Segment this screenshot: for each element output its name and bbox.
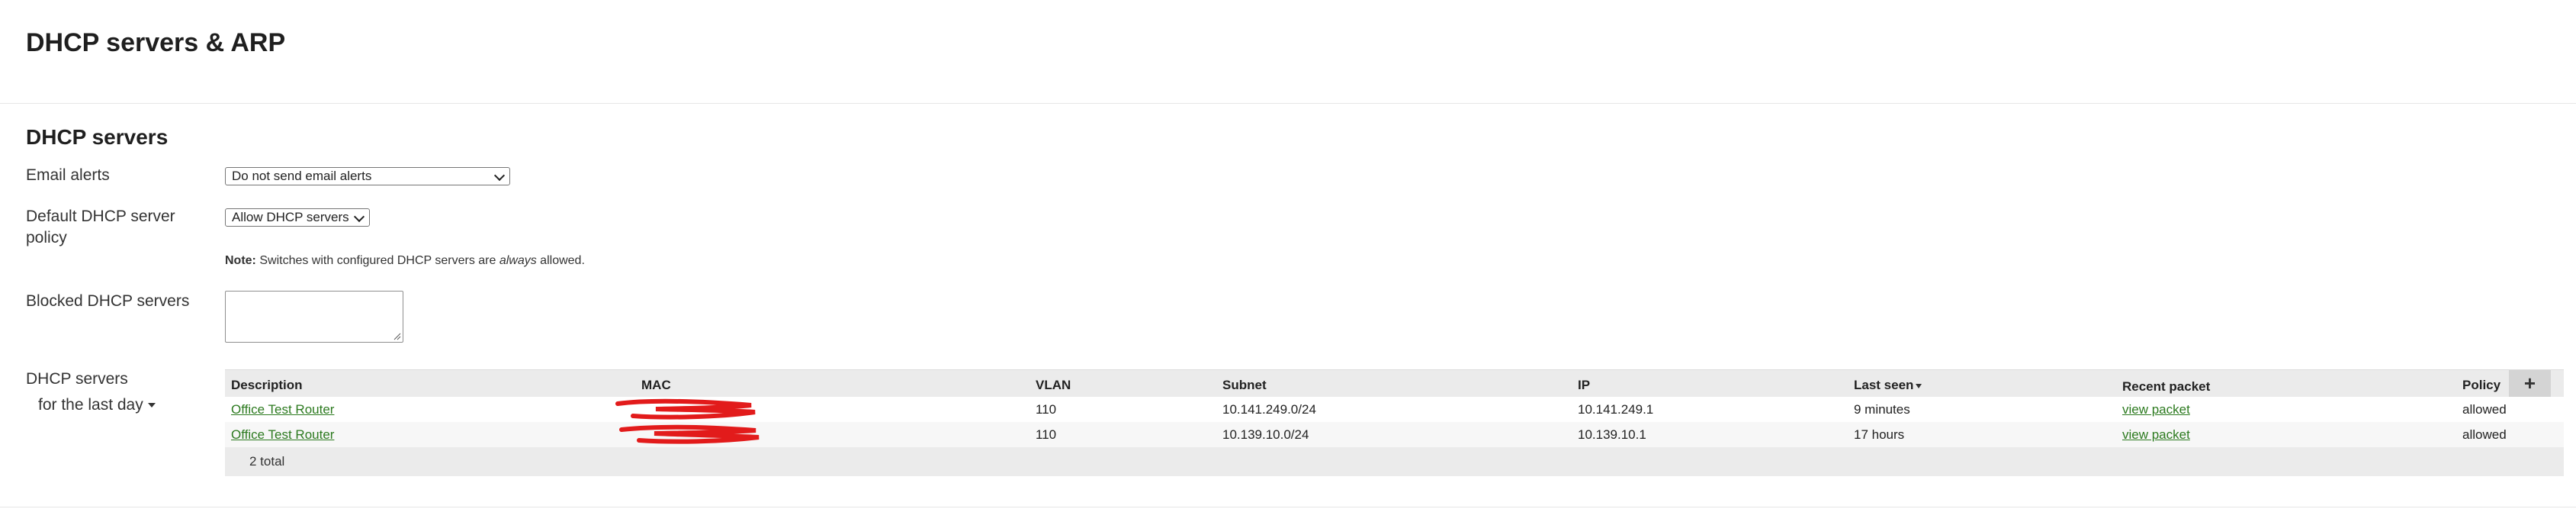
default-policy-select[interactable]: Allow DHCP servers [225,208,370,227]
note-tail: allowed. [536,254,585,267]
chevron-down-icon [493,169,506,182]
table-row: Office Test Router 110 10.141.249.0/24 1… [225,397,2564,422]
email-alerts-value: Do not send email alerts [232,169,372,183]
view-packet-link[interactable]: view packet [2122,402,2190,417]
table-header: Description MAC VLAN Subnet IP Last seen… [225,369,2564,398]
period-label: for the last day [38,396,143,414]
column-header-last-seen[interactable]: Last seen [1854,378,1922,393]
last-seen-cell: 9 minutes [1854,402,1910,417]
ip-cell: 10.139.10.1 [1578,427,1646,442]
blocked-servers-label: Blocked DHCP servers [26,292,190,310]
resize-grip-icon[interactable] [393,333,401,340]
email-alerts-select[interactable]: Do not send email alerts [225,167,510,185]
column-header-vlan[interactable]: VLAN [1036,378,1071,393]
table-row: Office Test Router 110 10.139.10.0/24 10… [225,422,2564,447]
column-header-policy[interactable]: Policy [2462,378,2501,393]
default-policy-value: Allow DHCP servers [232,210,349,224]
default-policy-label: Default DHCP server policy [26,206,175,249]
policy-note: Note: Switches with configured DHCP serv… [225,253,585,269]
column-header-subnet[interactable]: Subnet [1222,378,1267,393]
vlan-cell: 110 [1036,402,1057,417]
note-bold: Note: [225,254,256,267]
redacted-mac [619,424,760,444]
vlan-cell: 110 [1036,427,1057,442]
column-header-description[interactable]: Description [231,378,303,393]
note-text: Switches with configured DHCP servers ar… [255,254,499,267]
blocked-servers-textarea[interactable] [225,291,403,343]
section-title: DHCP servers [26,125,169,149]
last-seen-cell: 17 hours [1854,427,1905,442]
header-divider [0,103,2576,104]
table-footer: 2 total [225,447,2564,476]
last-seen-label: Last seen [1854,378,1914,392]
period-dropdown[interactable]: for the last day [38,395,156,416]
default-policy-label-line2: policy [26,229,67,246]
column-header-recent-packet: Recent packet [2122,379,2211,394]
ip-cell: 10.141.249.1 [1578,402,1654,417]
description-link[interactable]: Office Test Router [231,427,334,443]
default-policy-label-line1: Default DHCP server [26,208,175,225]
policy-cell: allowed [2462,427,2507,442]
redacted-mac [615,398,756,420]
view-packet-link[interactable]: view packet [2122,427,2190,443]
email-alerts-label: Email alerts [26,166,110,184]
column-header-ip[interactable]: IP [1578,378,1590,393]
description-link[interactable]: Office Test Router [231,402,334,417]
sort-desc-icon [1916,383,1922,388]
note-emphasis: always [499,254,537,267]
total-count: 2 total [249,454,285,469]
chevron-down-icon [353,211,365,223]
subnet-cell: 10.141.249.0/24 [1222,402,1316,417]
dhcp-servers-table: Description MAC VLAN Subnet IP Last seen… [225,369,2564,476]
subnet-cell: 10.139.10.0/24 [1222,427,1309,442]
add-column-button[interactable]: + [2509,370,2551,397]
caret-down-icon [147,403,156,408]
column-header-mac[interactable]: MAC [641,378,671,393]
page-title: DHCP servers & ARP [26,28,286,57]
policy-cell: allowed [2462,402,2507,417]
dhcp-servers-label: DHCP servers [26,370,128,388]
